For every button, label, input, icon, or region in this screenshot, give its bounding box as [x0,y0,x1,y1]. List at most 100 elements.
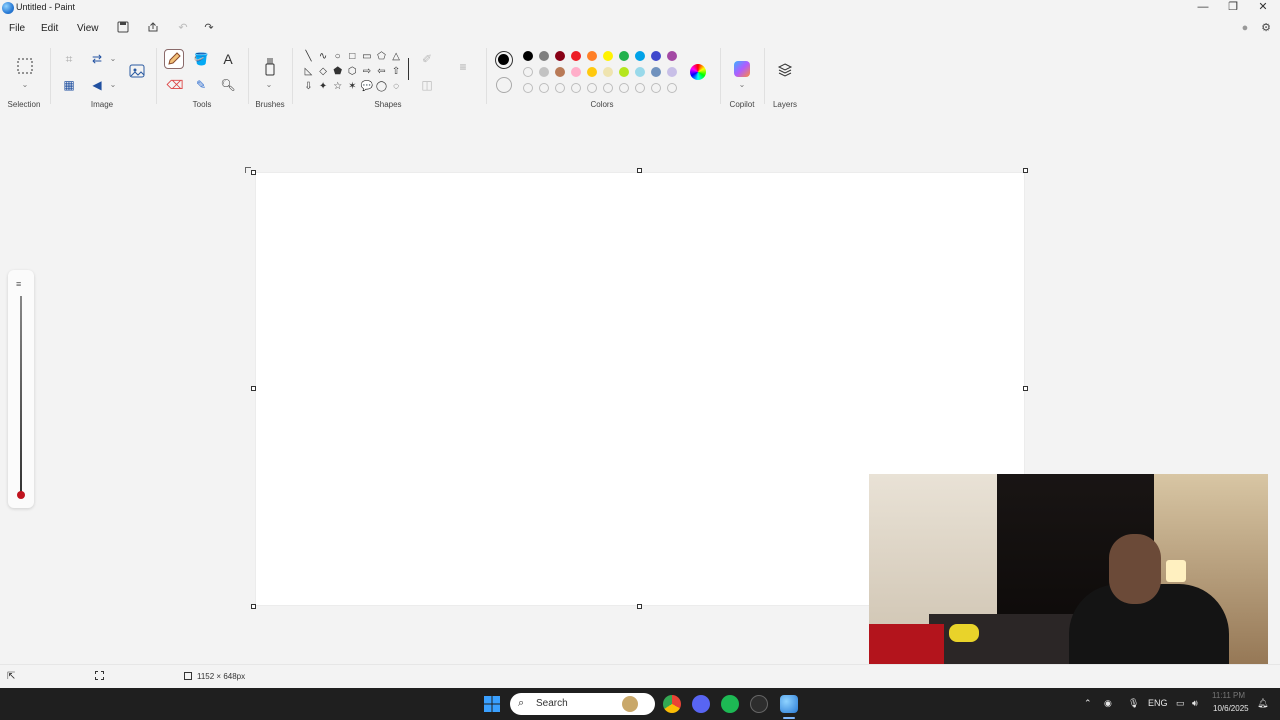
account-icon[interactable]: ● [1238,21,1252,35]
image-creator-icon[interactable] [127,62,147,82]
shape-fill-icon[interactable]: ◫ [418,76,436,94]
canvas-handle-top-right[interactable] [1023,168,1028,173]
custom-color-slot[interactable] [603,83,613,93]
pencil-icon[interactable] [164,49,184,69]
network-icon[interactable]: ▭ [1176,698,1185,709]
notifications-bell-icon[interactable]: 🔔︎ [1257,698,1268,709]
fill-bucket-icon[interactable]: 🪣 [192,50,210,68]
redo-icon[interactable]: ↷ [202,21,216,35]
magnifier-icon[interactable]: 🔍︎ [219,76,237,94]
secondary-color-indicator[interactable] [496,77,512,93]
color-swatch[interactable] [587,51,597,61]
maximize-button[interactable]: ❐ [1218,0,1248,16]
discord-icon[interactable] [692,695,710,713]
share-icon[interactable] [146,21,160,35]
clock-time[interactable]: 11:11 PM [1212,691,1245,700]
canvas-handle-bottom[interactable] [637,604,642,609]
color-swatch[interactable] [587,67,597,77]
color-swatch[interactable] [651,67,661,77]
spotify-icon[interactable] [721,695,739,713]
color-swatch[interactable] [555,51,565,61]
shape-option-icon[interactable]: ∿ [317,50,330,63]
copilot-icon[interactable] [734,61,750,77]
text-tool-icon[interactable]: A [219,50,237,68]
shape-option-icon[interactable]: ◯ [375,80,388,93]
custom-color-slot[interactable] [635,83,645,93]
custom-color-slot[interactable] [587,83,597,93]
shape-option-icon[interactable]: ◌ [390,80,403,93]
shape-option-icon[interactable]: ✦ [317,80,330,93]
color-swatch[interactable] [635,51,645,61]
shape-option-icon[interactable]: ⬡ [346,65,359,78]
shape-option-icon[interactable]: 💬 [360,80,373,93]
minimize-button[interactable]: — [1188,0,1218,16]
settings-gear-icon[interactable]: ⚙ [1259,21,1273,35]
tray-discord-icon[interactable]: ◉ [1104,698,1112,709]
custom-color-slot[interactable] [651,83,661,93]
canvas-handle-top-left[interactable] [251,170,256,175]
custom-color-slot[interactable] [619,83,629,93]
custom-color-slot[interactable] [555,83,565,93]
color-swatch[interactable] [667,67,677,77]
custom-color-slot[interactable] [523,83,533,93]
shape-option-icon[interactable]: ▭ [360,50,373,63]
shape-option-icon[interactable]: ⇩ [302,80,315,93]
shape-option-icon[interactable]: ⇦ [375,65,388,78]
copilot-dropdown-chevron-icon[interactable]: ⌄ [733,76,751,94]
shape-option-icon[interactable]: ⇧ [390,65,403,78]
shape-option-icon[interactable]: ☆ [331,80,344,93]
shape-option-icon[interactable]: ◇ [317,65,330,78]
resize-dropdown-chevron-icon[interactable]: ⌄ [104,50,122,68]
brushes-dropdown-chevron-icon[interactable]: ⌄ [260,76,278,94]
color-swatch[interactable] [571,67,581,77]
shape-option-icon[interactable]: △ [390,50,403,63]
shape-option-icon[interactable]: ○ [331,50,344,63]
color-swatch[interactable] [603,67,613,77]
color-swatch[interactable] [539,67,549,77]
shape-option-icon[interactable]: □ [346,50,359,63]
shape-option-icon[interactable]: ◺ [302,65,315,78]
menu-view[interactable]: View [77,23,99,34]
custom-color-slot[interactable] [667,83,677,93]
shape-option-icon[interactable]: ⬟ [331,65,344,78]
crop-icon[interactable]: ⌗ [60,50,78,68]
windows-start-icon[interactable] [484,696,500,712]
volume-icon[interactable]: 🔊︎ [1192,698,1198,709]
shape-option-icon[interactable]: ⇨ [360,65,373,78]
image-filter-icon[interactable]: ▦ [60,76,78,94]
line-size-icon[interactable]: ≡ [454,58,472,76]
color-picker-icon[interactable]: ✎ [192,76,210,94]
color-swatch[interactable] [651,51,661,61]
language-indicator[interactable]: ENG [1148,698,1168,708]
clock-date[interactable]: 10/6/2025 [1213,704,1249,713]
custom-color-slot[interactable] [571,83,581,93]
brush-size-track[interactable] [20,296,22,494]
recorder-icon[interactable] [750,695,768,713]
menu-file[interactable]: File [9,23,25,34]
canvas-handle-bottom-left[interactable] [251,604,256,609]
selection-dropdown-chevron-icon[interactable]: ⌄ [16,76,34,94]
shape-option-icon[interactable]: ⬠ [375,50,388,63]
paint-taskbar-icon[interactable] [780,695,798,713]
save-icon[interactable] [116,21,130,35]
shape-option-icon[interactable]: ╲ [302,50,315,63]
color-swatch[interactable] [555,67,565,77]
primary-color-indicator[interactable] [495,51,513,69]
color-swatch[interactable] [619,67,629,77]
color-swatch[interactable] [603,51,613,61]
color-swatch[interactable] [539,51,549,61]
tray-overflow-chevron-icon[interactable]: ⌃ [1084,698,1092,709]
color-swatch[interactable] [667,51,677,61]
edit-colors-icon[interactable] [690,64,706,80]
layers-icon[interactable] [776,62,794,80]
color-swatch[interactable] [523,51,533,61]
shape-outline-icon[interactable]: ✐ [418,50,436,68]
close-button[interactable]: ✕ [1248,0,1278,16]
microphone-icon[interactable]: 🎙︎ [1128,698,1139,709]
color-swatch[interactable] [635,67,645,77]
brush-size-thumb[interactable] [17,491,25,499]
color-swatch[interactable] [523,67,533,77]
canvas-handle-left[interactable] [251,386,256,391]
custom-color-slot[interactable] [539,83,549,93]
brush-size-slider[interactable]: ≡ [8,270,34,508]
